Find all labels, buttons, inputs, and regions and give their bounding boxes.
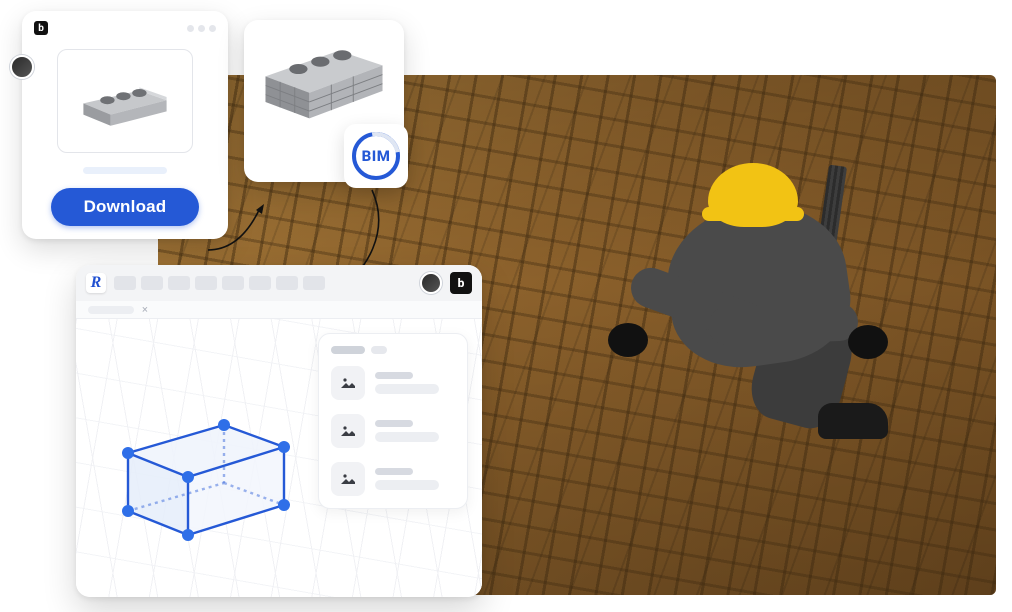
document-tab[interactable] [88,306,134,314]
placeholder-line [83,167,167,174]
revit-toolbar: R b [76,265,482,301]
window-controls-icon [187,25,216,32]
revit-logo-icon: R [86,273,106,293]
cinder-block-large-icon [260,34,388,126]
plugin-logo-icon: b [450,272,472,294]
user-avatar [10,55,34,79]
cinder-block-icon [75,73,175,129]
user-avatar [420,272,442,294]
object-list-panel [318,333,468,509]
construction-worker [588,135,928,455]
panel-header [331,346,455,354]
bim-label: BIM [362,147,391,165]
download-button[interactable]: Download [51,188,199,226]
image-icon [331,366,365,400]
bim-progress-ring-icon: BIM [352,132,400,180]
bim-badge: BIM [344,124,408,188]
bim-object-card: BIM [244,20,404,182]
close-tab-icon[interactable]: × [142,303,148,316]
image-icon [331,414,365,448]
list-item-text [375,372,439,394]
list-item[interactable] [331,414,455,448]
revit-viewport[interactable] [76,319,482,597]
bounding-box-gizmo[interactable] [104,395,304,555]
list-item[interactable] [331,462,455,496]
product-thumbnail [57,49,193,153]
product-download-card: b Download [22,11,228,239]
revit-window: R b × [76,265,482,597]
toolbar-tabs [114,276,325,290]
list-item-text [375,468,439,490]
image-icon [331,462,365,496]
revit-tab-strip: × [76,301,482,319]
list-item-text [375,420,439,442]
brand-logo-icon: b [34,21,48,35]
list-item[interactable] [331,366,455,400]
